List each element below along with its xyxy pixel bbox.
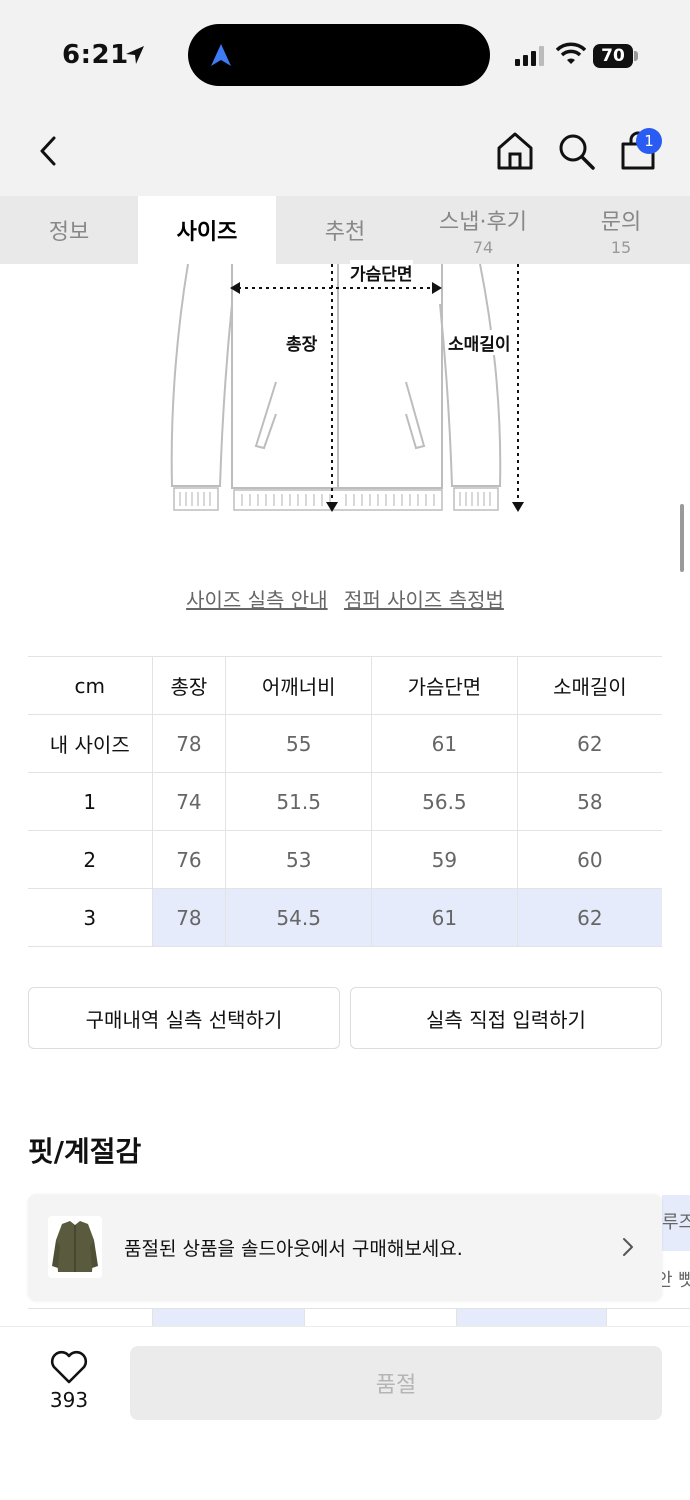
fit-season-heading: 핏/계절감 xyxy=(28,1135,142,1168)
table-cell: 78 xyxy=(151,714,226,773)
total-length-label: 총장 xyxy=(286,330,318,355)
size-guide-links: 사이즈 실측 안내 점퍼 사이즈 측정법 xyxy=(0,584,690,613)
fit-option-peek: 루즈 xyxy=(662,1212,690,1233)
table-cell: 58 xyxy=(516,772,662,831)
table-row[interactable]: 2 76 53 59 60 xyxy=(28,830,662,889)
sleeve-length-label: 소매길이 xyxy=(448,330,511,355)
heart-icon[interactable] xyxy=(50,1350,88,1384)
table-row-my-size: 내 사이즈 78 55 61 62 xyxy=(28,714,662,773)
jacket-outline-illustration xyxy=(170,263,524,512)
table-cell: 74 xyxy=(151,772,226,831)
tab-label: 문의 xyxy=(600,209,642,235)
wifi-icon xyxy=(556,42,586,64)
back-chevron-icon[interactable] xyxy=(30,130,70,172)
row-label: 2 xyxy=(28,830,152,889)
table-header-cell: 가슴단면 xyxy=(371,656,518,715)
table-cell: 59 xyxy=(371,830,518,889)
tab-count: 15 xyxy=(610,237,632,257)
row-label: 1 xyxy=(28,772,152,831)
fit-table-peek xyxy=(28,1308,690,1329)
navigation-arrow-icon xyxy=(211,44,231,66)
tab-label: 정보 xyxy=(48,220,90,245)
product-thumbnail xyxy=(48,1216,102,1278)
table-cell: 51.5 xyxy=(225,772,372,831)
measure-method-link[interactable]: 점퍼 사이즈 측정법 xyxy=(344,588,504,612)
table-cell: 62 xyxy=(516,714,662,773)
scrollbar[interactable] xyxy=(680,504,684,572)
like-count: 393 xyxy=(49,1388,89,1412)
size-table: cm 총장 어깨너비 가슴단면 소매길이 내 사이즈 78 55 61 62 1… xyxy=(28,656,662,947)
tab-snap-review[interactable]: 스냅·후기 74 xyxy=(414,196,552,264)
direct-input-button[interactable]: 실측 직접 입력하기 xyxy=(350,987,662,1049)
tab-label: 스냅·후기 xyxy=(439,209,527,235)
battery-tip xyxy=(634,51,638,61)
table-cell: 56.5 xyxy=(371,772,518,831)
size-measurement-diagram: 가슴단면 총장 소매길이 xyxy=(160,260,540,524)
tab-inquiry[interactable]: 문의 15 xyxy=(552,196,690,264)
cellular-signal-icon xyxy=(515,46,544,66)
table-header-cell: cm xyxy=(28,656,152,715)
soldout-buy-button[interactable]: 품절 xyxy=(130,1346,662,1420)
location-arrow-icon xyxy=(126,46,144,64)
table-cell: 60 xyxy=(516,830,662,889)
table-cell: 76 xyxy=(151,830,226,889)
table-header-cell: 소매길이 xyxy=(516,656,662,715)
table-cell: 61 xyxy=(371,714,518,773)
table-cell: 78 xyxy=(151,888,226,947)
row-label: 3 xyxy=(28,888,152,947)
tab-count: 74 xyxy=(472,237,494,257)
table-cell: 54.5 xyxy=(225,888,372,947)
tab-info[interactable]: 정보 xyxy=(0,196,138,264)
table-row-selected[interactable]: 3 78 54.5 61 62 xyxy=(28,888,662,947)
purchase-history-select-button[interactable]: 구매내역 실측 선택하기 xyxy=(28,987,340,1049)
status-time: 6:21 xyxy=(62,40,129,70)
size-info-link[interactable]: 사이즈 실측 안내 xyxy=(186,588,328,612)
cart-count-badge: 1 xyxy=(636,128,662,154)
table-header-cell: 총장 xyxy=(151,656,226,715)
table-cell: 61 xyxy=(371,888,518,947)
search-icon[interactable] xyxy=(556,130,596,172)
row-label: 내 사이즈 xyxy=(28,714,152,773)
table-cell: 55 xyxy=(225,714,372,773)
table-cell: 62 xyxy=(516,888,662,947)
soldout-banner[interactable]: 품절된 상품을 솔드아웃에서 구매해보세요. xyxy=(28,1194,662,1300)
home-icon[interactable] xyxy=(495,130,535,172)
table-header-row: cm 총장 어깨너비 가슴단면 소매길이 xyxy=(28,656,662,715)
tab-size[interactable]: 사이즈 xyxy=(138,196,276,264)
product-tabs: 정보 사이즈 추천 스냅·후기 74 문의 15 xyxy=(0,196,690,264)
battery-indicator: 70 xyxy=(593,44,633,68)
chevron-right-icon xyxy=(623,1238,633,1256)
table-header-cell: 어깨너비 xyxy=(225,656,372,715)
table-cell: 53 xyxy=(225,830,372,889)
soldout-message: 품절된 상품을 솔드아웃에서 구매해보세요. xyxy=(124,1238,463,1260)
chest-width-label: 가슴단면 xyxy=(350,260,413,285)
tab-label: 사이즈 xyxy=(176,220,238,245)
table-row[interactable]: 1 74 51.5 56.5 58 xyxy=(28,772,662,831)
tab-label: 추천 xyxy=(324,220,366,245)
tab-recommend[interactable]: 추천 xyxy=(276,196,414,264)
